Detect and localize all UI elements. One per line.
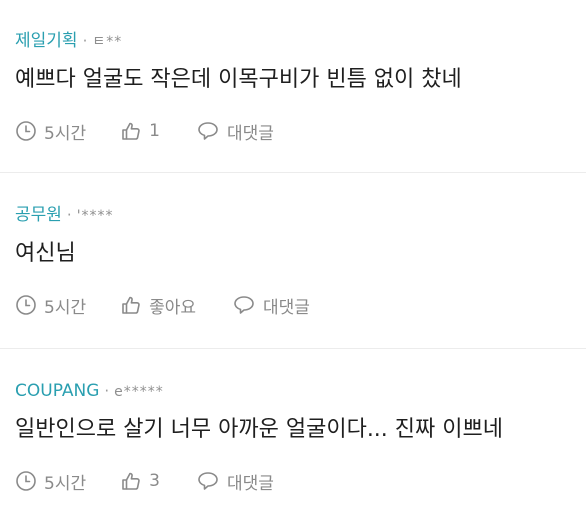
- time-info: 5시간: [15, 469, 86, 494]
- reply-button[interactable]: 대댓글: [196, 119, 274, 144]
- reply-label: 대댓글: [226, 123, 274, 144]
- speech-bubble-icon: [234, 296, 254, 314]
- reply-button[interactable]: 대댓글: [196, 469, 274, 494]
- like-button[interactable]: 좋아요: [120, 293, 196, 318]
- time-label: 5시간: [44, 123, 87, 144]
- comment-actions: 5시간 1 대댓글: [15, 116, 586, 146]
- user-name: '****: [76, 208, 114, 224]
- separator-dot: ·: [82, 32, 88, 50]
- reply-button[interactable]: 대댓글: [232, 293, 310, 318]
- separator-dot: ·: [104, 382, 110, 400]
- comment-text: 일반인으로 살기 너무 아까운 얼굴이다... 진짜 이쁘네: [15, 417, 503, 442]
- like-button[interactable]: 1: [120, 120, 160, 142]
- speech-bubble-icon: [198, 472, 218, 490]
- clock-icon: [16, 295, 36, 315]
- comment-item: COUPANG · e***** 일반인으로 살기 너무 아까운 얼굴이다...…: [0, 349, 586, 511]
- comment-meta: COUPANG · e*****: [15, 378, 586, 404]
- like-count: 3: [149, 471, 160, 491]
- time-label: 5시간: [44, 473, 87, 494]
- thumbs-up-icon: [122, 296, 140, 314]
- reply-label: 대댓글: [263, 297, 310, 318]
- clock-icon: [16, 471, 36, 491]
- comment-meta: 제일기획 · ㅌ**: [15, 28, 586, 54]
- comment-item: 공무원 · '**** 여신님 5시간 좋아요 대댓글: [0, 173, 586, 349]
- comment-text: 예쁘다 얼굴도 작은데 이목구비가 빈틈 없이 찼네: [15, 67, 462, 92]
- comment-meta: 공무원 · '****: [15, 202, 586, 228]
- time-info: 5시간: [15, 119, 86, 144]
- thumbs-up-icon: [122, 122, 140, 140]
- time-info: 5시간: [15, 293, 86, 318]
- user-name: ㅌ**: [92, 34, 123, 50]
- comment-text: 여신님: [15, 241, 76, 266]
- thumbs-up-icon: [122, 472, 140, 490]
- comment-item: 제일기획 · ㅌ** 예쁘다 얼굴도 작은데 이목구비가 빈틈 없이 찼네 5시…: [0, 0, 586, 173]
- separator-dot: ·: [66, 206, 72, 224]
- comment-actions: 5시간 3 대댓글: [15, 466, 586, 496]
- user-name: e*****: [114, 384, 164, 400]
- like-count: 1: [149, 121, 160, 141]
- time-label: 5시간: [44, 297, 87, 318]
- speech-bubble-icon: [198, 122, 218, 140]
- comment-actions: 5시간 좋아요 대댓글: [15, 290, 586, 320]
- comment-list: 제일기획 · ㅌ** 예쁘다 얼굴도 작은데 이목구비가 빈틈 없이 찼네 5시…: [0, 0, 586, 511]
- company-name[interactable]: COUPANG: [15, 378, 99, 404]
- like-label: 좋아요: [149, 297, 197, 318]
- like-button[interactable]: 3: [120, 470, 160, 492]
- company-name[interactable]: 공무원: [15, 202, 62, 228]
- reply-label: 대댓글: [226, 473, 274, 494]
- clock-icon: [16, 121, 36, 141]
- company-name[interactable]: 제일기획: [15, 28, 78, 54]
